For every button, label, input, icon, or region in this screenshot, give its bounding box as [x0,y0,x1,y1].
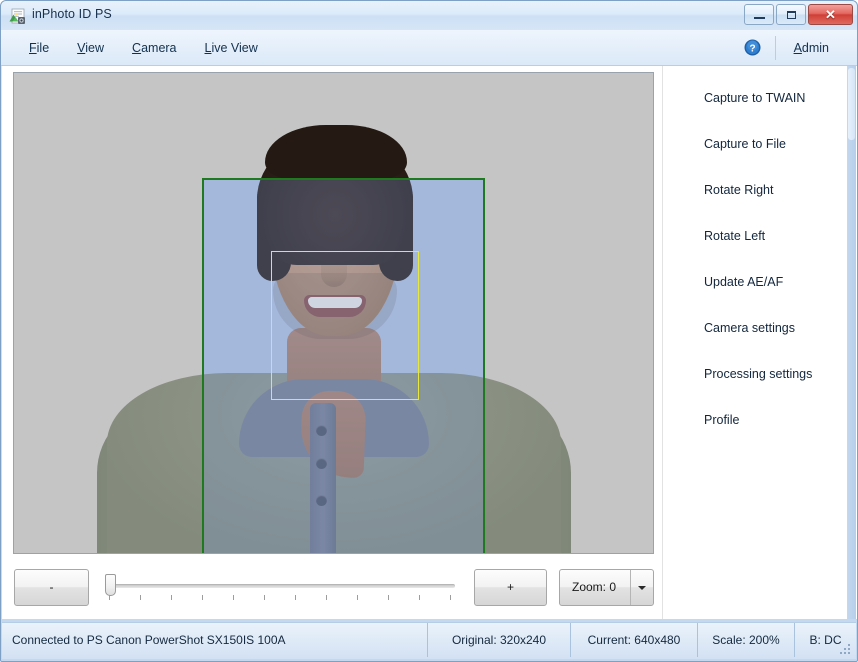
zoom-out-button[interactable]: - [14,569,89,606]
status-original-size: Original: 320x240 [427,623,570,657]
action-panel: Capture to TWAIN Capture to File Rotate … [662,66,857,619]
zoom-level-dropdown[interactable]: Zoom: 0 [559,569,654,606]
zoom-slider[interactable] [103,569,461,606]
menu-items: File View Camera Live View [15,30,272,65]
close-button[interactable]: ✕ [808,4,853,25]
window-controls: ✕ [744,4,853,25]
capture-to-file-button[interactable]: Capture to File [704,137,786,151]
minimize-button[interactable] [744,4,774,25]
menu-admin-accel: A [794,41,802,55]
menu-admin-label: dmin [802,41,829,55]
update-ae-af-button[interactable]: Update AE/AF [704,275,783,289]
minimize-icon [754,17,765,19]
menu-file-label: ile [37,41,50,55]
profile-button[interactable]: Profile [704,413,739,427]
help-icon[interactable]: ? [744,39,761,56]
chevron-down-icon[interactable] [630,570,653,605]
svg-text:?: ? [749,43,755,54]
menu-file-accel: F [29,41,37,55]
camera-settings-button[interactable]: Camera settings [704,321,795,335]
preview-image [14,73,653,553]
menu-view[interactable]: View [63,37,118,59]
close-icon: ✕ [809,7,852,22]
slider-track [109,584,455,588]
application-window: inPhoto ID PS ✕ File View Camera Live Vi… [0,0,858,662]
menu-camera-label: amera [141,41,176,55]
status-scale: Scale: 200% [697,623,794,657]
menu-view-label: iew [85,41,104,55]
window-title: inPhoto ID PS [32,7,112,21]
slider-ticks [109,595,455,601]
menu-camera-accel: C [132,41,141,55]
menu-live-view-label: ive View [211,41,257,55]
status-bar: Connected to PS Canon PowerShot SX150IS … [2,622,856,659]
face-detection-rectangle[interactable] [271,251,419,400]
title-bar: inPhoto ID PS ✕ [1,1,857,31]
scrollbar-thumb[interactable] [848,68,855,140]
menu-bar-right: ? Admin [744,30,857,65]
content-area: - + [2,66,856,619]
menu-file[interactable]: File [15,37,63,59]
resize-grip[interactable] [840,644,852,656]
zoom-in-button[interactable]: + [474,569,547,606]
menu-camera[interactable]: Camera [118,37,190,59]
maximize-icon [787,11,796,19]
menu-live-view[interactable]: Live View [191,37,272,59]
maximize-button[interactable] [776,4,806,25]
rotate-right-button[interactable]: Rotate Right [704,183,773,197]
processing-settings-button[interactable]: Processing settings [704,367,812,381]
vertical-scrollbar[interactable] [847,66,856,619]
menu-bar: File View Camera Live View ? Admin [1,30,857,66]
zoom-level-label: Zoom: 0 [560,570,630,605]
slider-thumb[interactable] [105,574,116,596]
capture-to-twain-button[interactable]: Capture to TWAIN [704,91,805,105]
rotate-left-button[interactable]: Rotate Left [704,229,765,243]
status-current-size: Current: 640x480 [570,623,697,657]
status-connection: Connected to PS Canon PowerShot SX150IS … [12,623,286,657]
live-preview-panel[interactable] [13,72,654,554]
hair-top [265,125,407,179]
app-icon [9,8,26,25]
menu-admin[interactable]: Admin [776,37,845,59]
zoom-control-bar: - + [2,562,656,614]
